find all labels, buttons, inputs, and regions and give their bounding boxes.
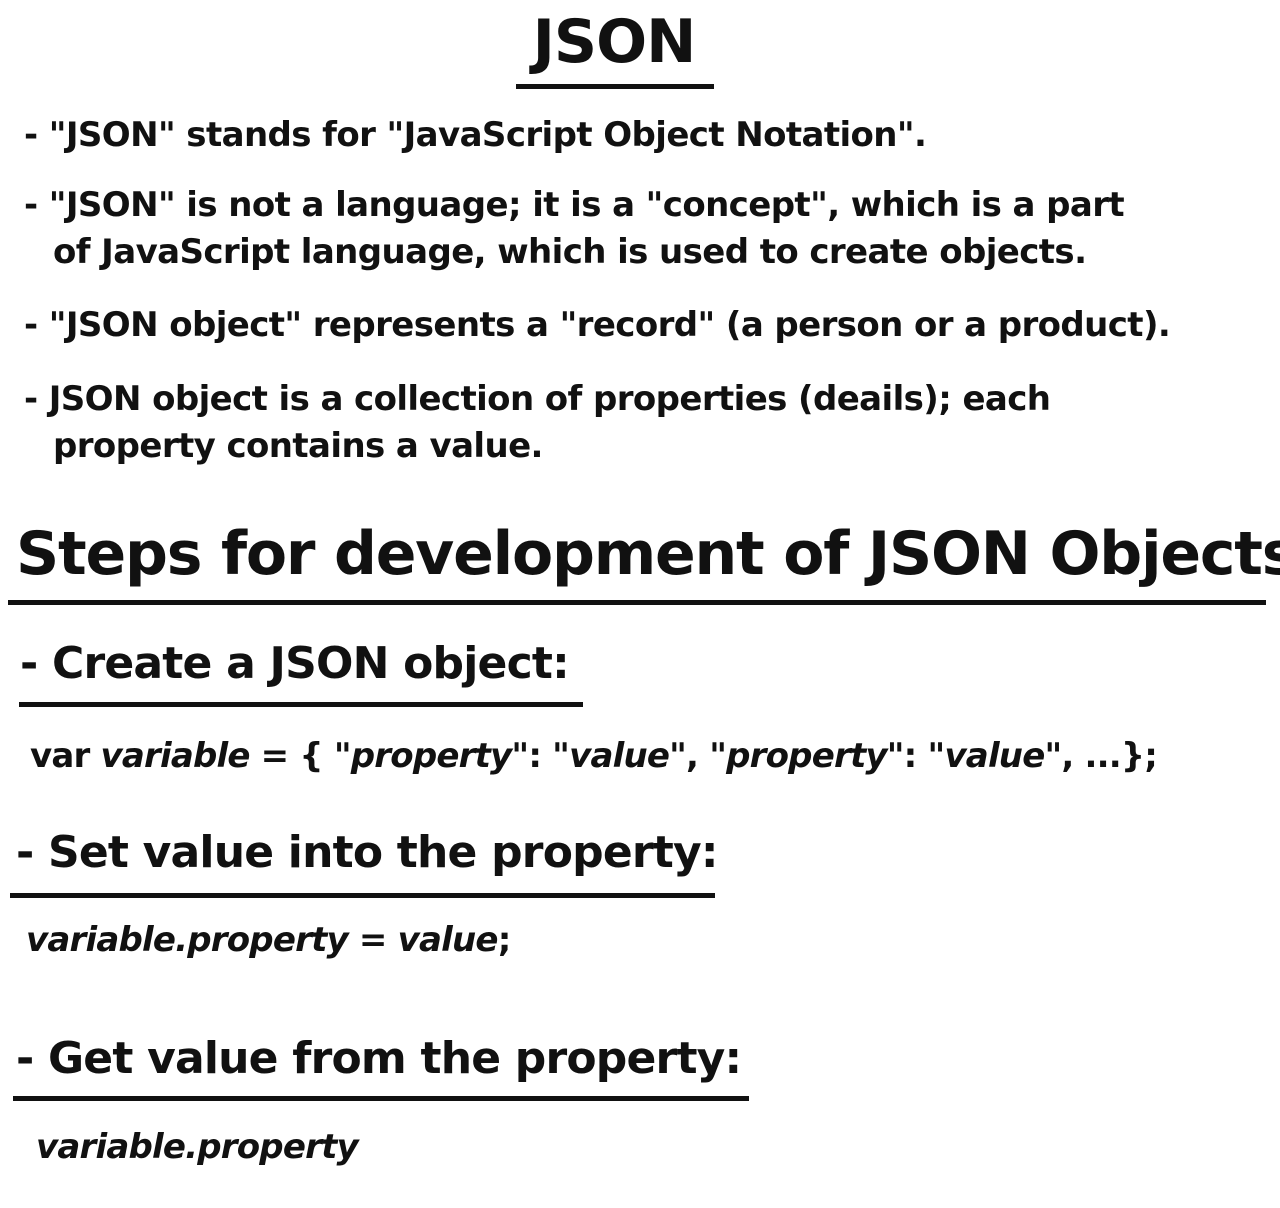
step-set-underline [10, 893, 715, 898]
code-punct: ": " [886, 736, 945, 776]
step-get-code: variable.property [36, 1123, 359, 1171]
code-property: property [350, 736, 512, 776]
bullet-text: - JSON object is a collection of propert… [24, 379, 1051, 419]
step-create-underline [19, 702, 583, 707]
bullet-text: - "JSON" stands for "JavaScript Object N… [24, 115, 927, 155]
bullet-json-meaning: - "JSON" stands for "JavaScript Object N… [24, 112, 927, 159]
code-punct: = [347, 920, 398, 960]
step-set-code: variable.property = value; [26, 916, 512, 964]
code-punct: ", " [669, 736, 727, 776]
code-punct: ", ...}; [1044, 736, 1158, 776]
section-heading-underline [8, 600, 1266, 605]
code-punct: ": " [511, 736, 570, 776]
code-accessor: variable.property [36, 1127, 359, 1167]
title-underline [516, 84, 714, 89]
step-get-underline [13, 1096, 749, 1101]
code-punct: ; [497, 920, 512, 960]
bullet-json-properties: - JSON object is a collection of propert… [24, 376, 1051, 470]
code-property: property [726, 736, 887, 776]
step-create-heading: - Create a JSON object: [20, 638, 570, 689]
bullet-text-continuation: property contains a value. [53, 426, 543, 466]
section-heading: Steps for development of JSON Objects [16, 519, 1280, 589]
bullet-text: - "JSON object" represents a "record" (a… [24, 305, 1171, 345]
bullet-json-concept: - "JSON" is not a language; it is a "con… [24, 182, 1125, 276]
code-value: value [397, 920, 499, 960]
code-value: value [944, 736, 1045, 776]
bullet-text-continuation: of JavaScript language, which is used to… [53, 232, 1087, 272]
bullet-text: - "JSON" is not a language; it is a "con… [24, 185, 1125, 225]
code-keyword: var [30, 736, 101, 776]
step-set-heading: - Set value into the property: [16, 827, 718, 878]
code-accessor: variable.property [26, 920, 349, 960]
code-variable: variable [100, 736, 251, 776]
code-value: value [569, 736, 670, 776]
page-title: JSON [532, 7, 697, 77]
code-punct: = { " [249, 736, 352, 776]
bullet-json-record: - "JSON object" represents a "record" (a… [24, 302, 1171, 349]
step-get-heading: - Get value from the property: [16, 1033, 742, 1084]
step-create-code: var variable = { "property": "value", "p… [30, 732, 1158, 780]
